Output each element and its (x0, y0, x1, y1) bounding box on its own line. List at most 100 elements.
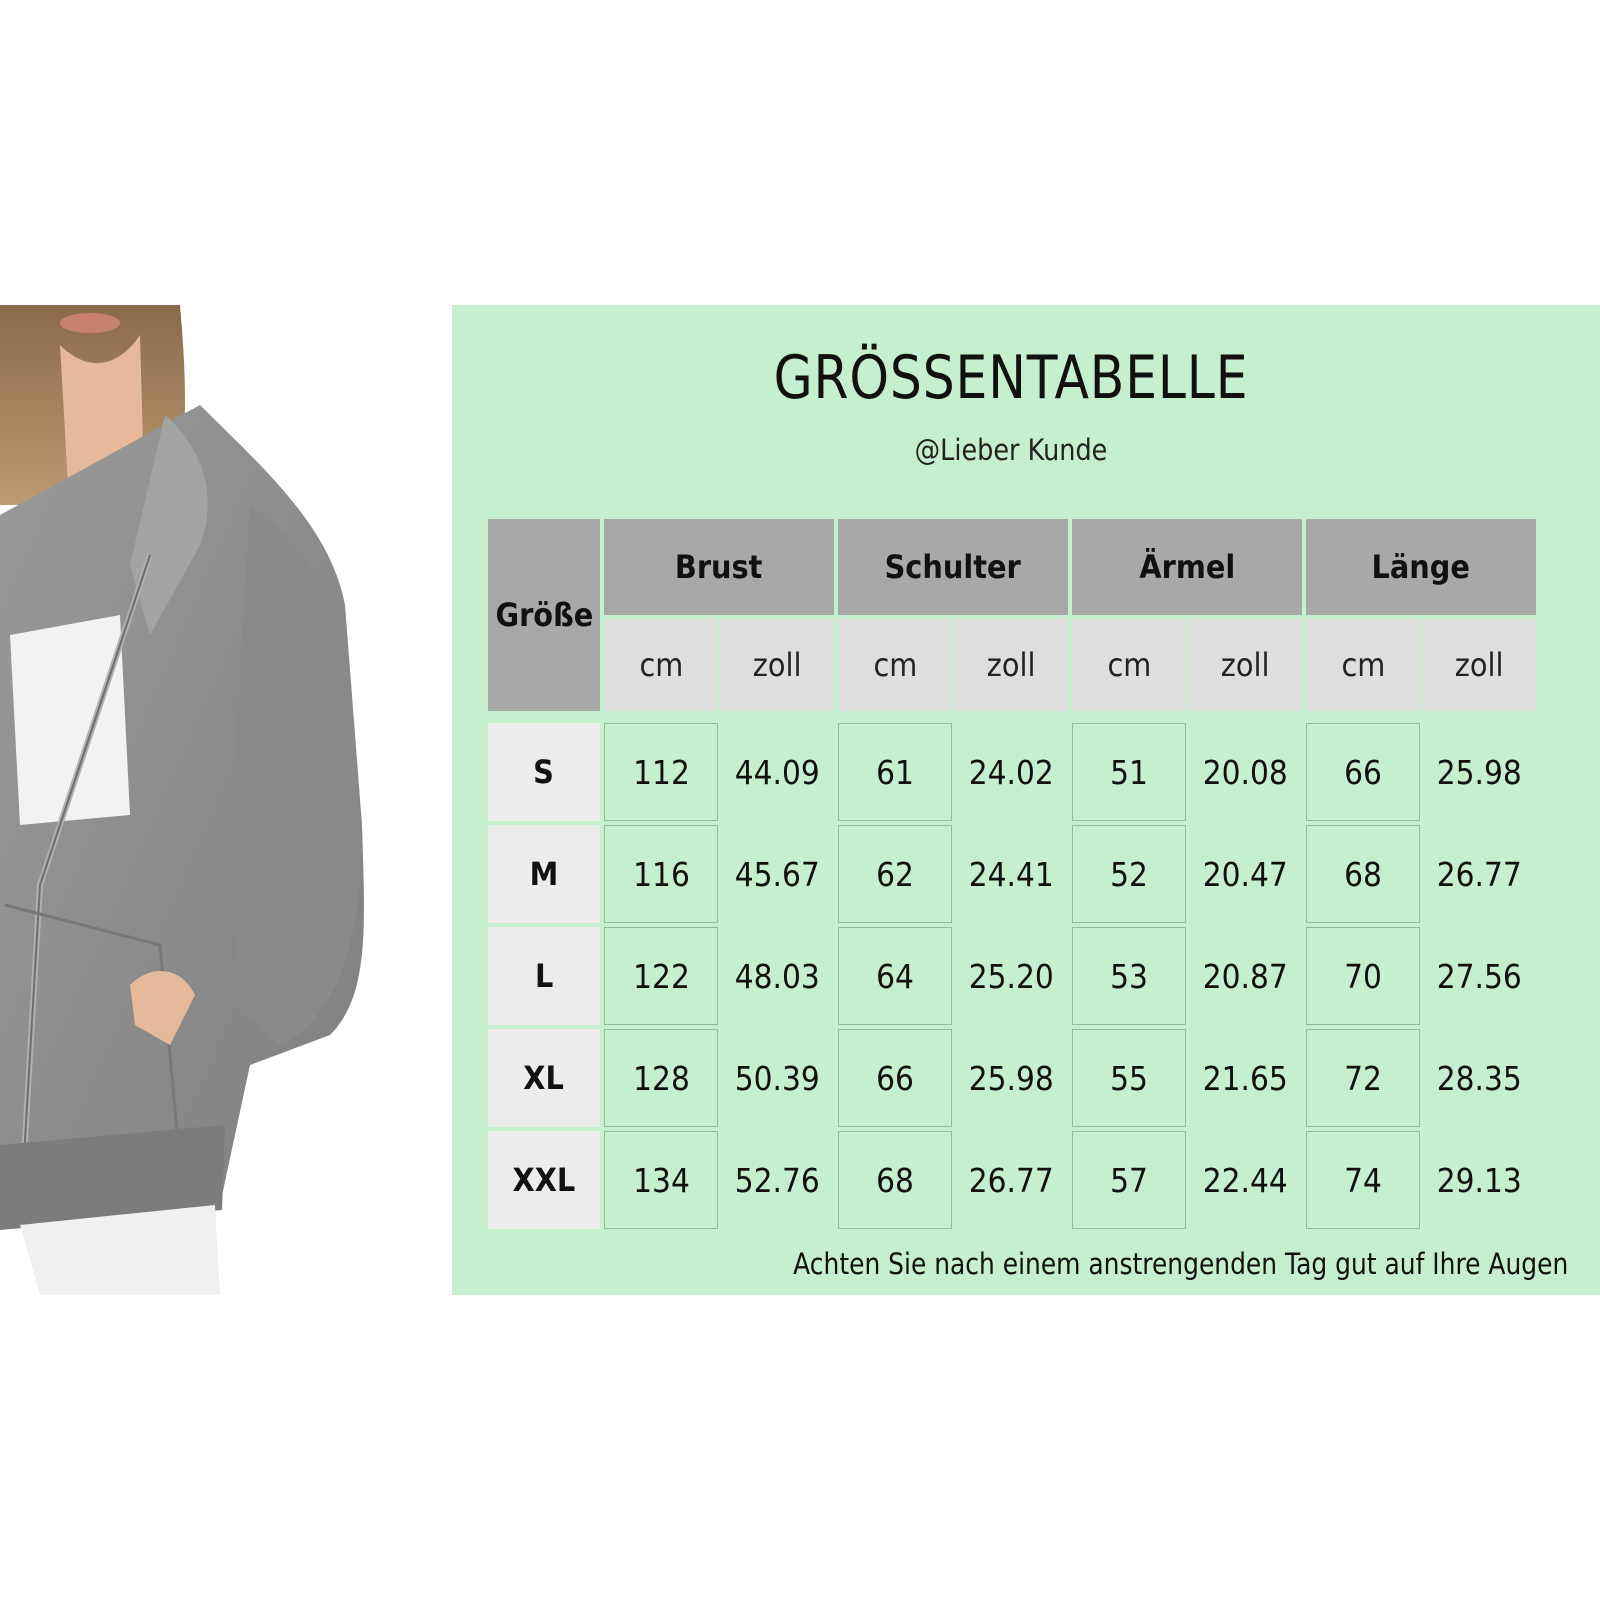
table-cell: 20.47 (1188, 825, 1302, 923)
unit-header-2: cm (838, 619, 952, 711)
size-column-header: Größe (488, 519, 600, 711)
unit-header-4-text: cm (1107, 646, 1151, 684)
table-cell: 134 (604, 1131, 718, 1229)
table-cell: 68 (1306, 825, 1420, 923)
table-cell-text: 53 (1110, 956, 1148, 996)
table-cell-text: 122 (632, 956, 690, 996)
size-label-text: L (534, 957, 554, 995)
table-cell: 45.67 (720, 825, 834, 923)
unit-header-2-text: cm (873, 646, 917, 684)
table-cell-text: 29.13 (1436, 1160, 1522, 1200)
size-column-header-text: Größe (495, 596, 593, 634)
group-header-2: Ärmel (1072, 519, 1302, 615)
table-cell: 72 (1306, 1029, 1420, 1127)
table-cell-text: 52.76 (734, 1160, 820, 1200)
unit-header-4: cm (1072, 619, 1186, 711)
table-cell-text: 24.41 (968, 854, 1054, 894)
table-cell-text: 24.02 (968, 752, 1054, 792)
table-cell-text: 68 (876, 1160, 914, 1200)
size-label-text: XXL (512, 1161, 576, 1199)
unit-header-0-text: cm (639, 646, 683, 684)
table-cell: 27.56 (1422, 927, 1536, 1025)
unit-header-0: cm (604, 619, 718, 711)
unit-header-3: zoll (954, 619, 1068, 711)
table-cell-text: 44.09 (734, 752, 820, 792)
table-cell: 25.20 (954, 927, 1068, 1025)
table-cell: 25.98 (954, 1029, 1068, 1127)
table-cell-text: 50.39 (734, 1058, 820, 1098)
size-label-text: M (529, 855, 559, 893)
table-cell-text: 52 (1110, 854, 1148, 894)
table-cell-text: 134 (632, 1160, 690, 1200)
table-cell-text: 20.08 (1202, 752, 1288, 792)
table-cell: 61 (838, 723, 952, 821)
unit-header-5-text: zoll (1220, 646, 1270, 684)
table-cell: 24.02 (954, 723, 1068, 821)
unit-header-1: zoll (720, 619, 834, 711)
table-cell: 74 (1306, 1131, 1420, 1229)
table-cell-text: 61 (876, 752, 914, 792)
table-cell: 122 (604, 927, 718, 1025)
page-title: GRÖSSENTABELLE (773, 343, 1249, 413)
table-cell: 24.41 (954, 825, 1068, 923)
size-label: XXL (488, 1131, 600, 1229)
table-cell: 66 (838, 1029, 952, 1127)
table-cell-text: 25.98 (968, 1058, 1054, 1098)
table-cell-text: 21.65 (1202, 1058, 1288, 1098)
table-cell-text: 74 (1344, 1160, 1382, 1200)
table-cell-text: 72 (1344, 1058, 1382, 1098)
group-header-1-text: Schulter (884, 548, 1022, 586)
table-cell: 128 (604, 1029, 718, 1127)
size-chart-panel: GRÖSSENTABELLE @Lieber Kunde Größe Brust S… (452, 305, 1600, 1295)
table-cell-text: 116 (632, 854, 690, 894)
group-header-0-text: Brust (675, 548, 763, 586)
table-cell: 62 (838, 825, 952, 923)
table-cell-text: 25.20 (968, 956, 1054, 996)
table-cell: 22.44 (1188, 1131, 1302, 1229)
table-cell: 52 (1072, 825, 1186, 923)
table-cell: 20.08 (1188, 723, 1302, 821)
group-header-3: Länge (1306, 519, 1536, 615)
table-cell-text: 26.77 (1436, 854, 1522, 894)
subtitle: @Lieber Kunde (914, 433, 1108, 467)
table-cell-text: 51 (1110, 752, 1148, 792)
table-cell: 64 (838, 927, 952, 1025)
size-label: L (488, 927, 600, 1025)
table-cell-text: 45.67 (734, 854, 820, 894)
table-cell-text: 25.98 (1436, 752, 1522, 792)
unit-header-5: zoll (1188, 619, 1302, 711)
size-label: XL (488, 1029, 600, 1127)
hoodie-illustration (0, 305, 364, 1295)
table-cell: 53 (1072, 927, 1186, 1025)
group-header-0: Brust (604, 519, 834, 615)
table-cell-text: 128 (632, 1058, 690, 1098)
table-cell: 21.65 (1188, 1029, 1302, 1127)
table-cell-text: 28.35 (1436, 1058, 1522, 1098)
table-cell-text: 70 (1344, 956, 1382, 996)
table-cell-text: 20.47 (1202, 854, 1288, 894)
size-label-text: XL (523, 1059, 565, 1097)
table-cell-text: 26.77 (968, 1160, 1054, 1200)
table-cell: 70 (1306, 927, 1420, 1025)
table-cell: 26.77 (954, 1131, 1068, 1229)
table-cell-text: 112 (632, 752, 690, 792)
table-cell: 116 (604, 825, 718, 923)
unit-header-3-text: zoll (986, 646, 1036, 684)
unit-header-6-text: cm (1341, 646, 1385, 684)
table-cell-text: 66 (1344, 752, 1382, 792)
table-cell: 51 (1072, 723, 1186, 821)
table-cell: 25.98 (1422, 723, 1536, 821)
footnote: Achten Sie nach einem anstrengenden Tag … (792, 1247, 1568, 1281)
table-cell-text: 64 (876, 956, 914, 996)
size-label: M (488, 825, 600, 923)
table-cell-text: 66 (876, 1058, 914, 1098)
unit-header-6: cm (1306, 619, 1420, 711)
group-header-2-text: Ärmel (1139, 548, 1235, 586)
table-cell-text: 62 (876, 854, 914, 894)
group-header-1: Schulter (838, 519, 1068, 615)
unit-header-7: zoll (1422, 619, 1536, 711)
unit-header-7-text: zoll (1454, 646, 1504, 684)
table-cell: 48.03 (720, 927, 834, 1025)
table-cell: 29.13 (1422, 1131, 1536, 1229)
table-cell-text: 27.56 (1436, 956, 1522, 996)
